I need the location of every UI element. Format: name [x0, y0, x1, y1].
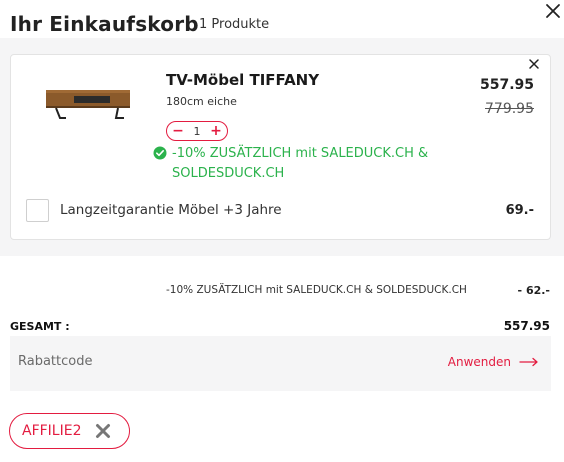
apply-coupon-label: Anwenden: [447, 355, 511, 369]
product-name[interactable]: TV-Möbel TIFFANY: [166, 71, 319, 89]
applied-code-chip[interactable]: AFFILIE2: [9, 413, 130, 449]
total-label: GESAMT :: [10, 320, 70, 333]
page-title: Ihr Einkaufskorb: [10, 12, 199, 36]
warranty-label[interactable]: Langzeitgarantie Möbel +3 Jahre: [60, 202, 282, 218]
price-original: 779.95: [485, 101, 534, 117]
applied-code-label: AFFILIE2: [22, 423, 82, 439]
check-circle-icon: [153, 146, 167, 160]
arrow-right-icon: [519, 357, 538, 367]
price-current: 557.95: [479, 77, 534, 93]
discount-value: - 62.-: [517, 284, 550, 297]
product-variant: 180cm eiche: [166, 95, 237, 108]
product-image[interactable]: [44, 82, 134, 124]
coupon-code-input[interactable]: [18, 346, 348, 376]
warranty-checkbox[interactable]: [26, 199, 49, 222]
close-icon[interactable]: [544, 2, 562, 20]
close-icon[interactable]: [94, 422, 112, 440]
product-count: 1 Produkte: [199, 17, 270, 32]
quantity-stepper: − 1 +: [166, 121, 228, 141]
discount-label: -10% ZUSÄTZLICH mit SALEDUCK.CH & SOLDES…: [166, 284, 467, 296]
promo-message: -10% ZUSÄTZLICH mit SALEDUCK.CH & SOLDES…: [172, 146, 429, 181]
quantity-decrease-button[interactable]: −: [171, 124, 185, 138]
close-icon[interactable]: [528, 58, 540, 70]
quantity-value[interactable]: 1: [194, 125, 201, 138]
quantity-increase-button[interactable]: +: [209, 124, 223, 138]
coupon-bar: Anwenden: [10, 336, 551, 391]
warranty-price: 69.-: [505, 203, 534, 218]
apply-coupon-button[interactable]: Anwenden: [448, 355, 539, 369]
total-value: 557.95: [503, 319, 550, 333]
